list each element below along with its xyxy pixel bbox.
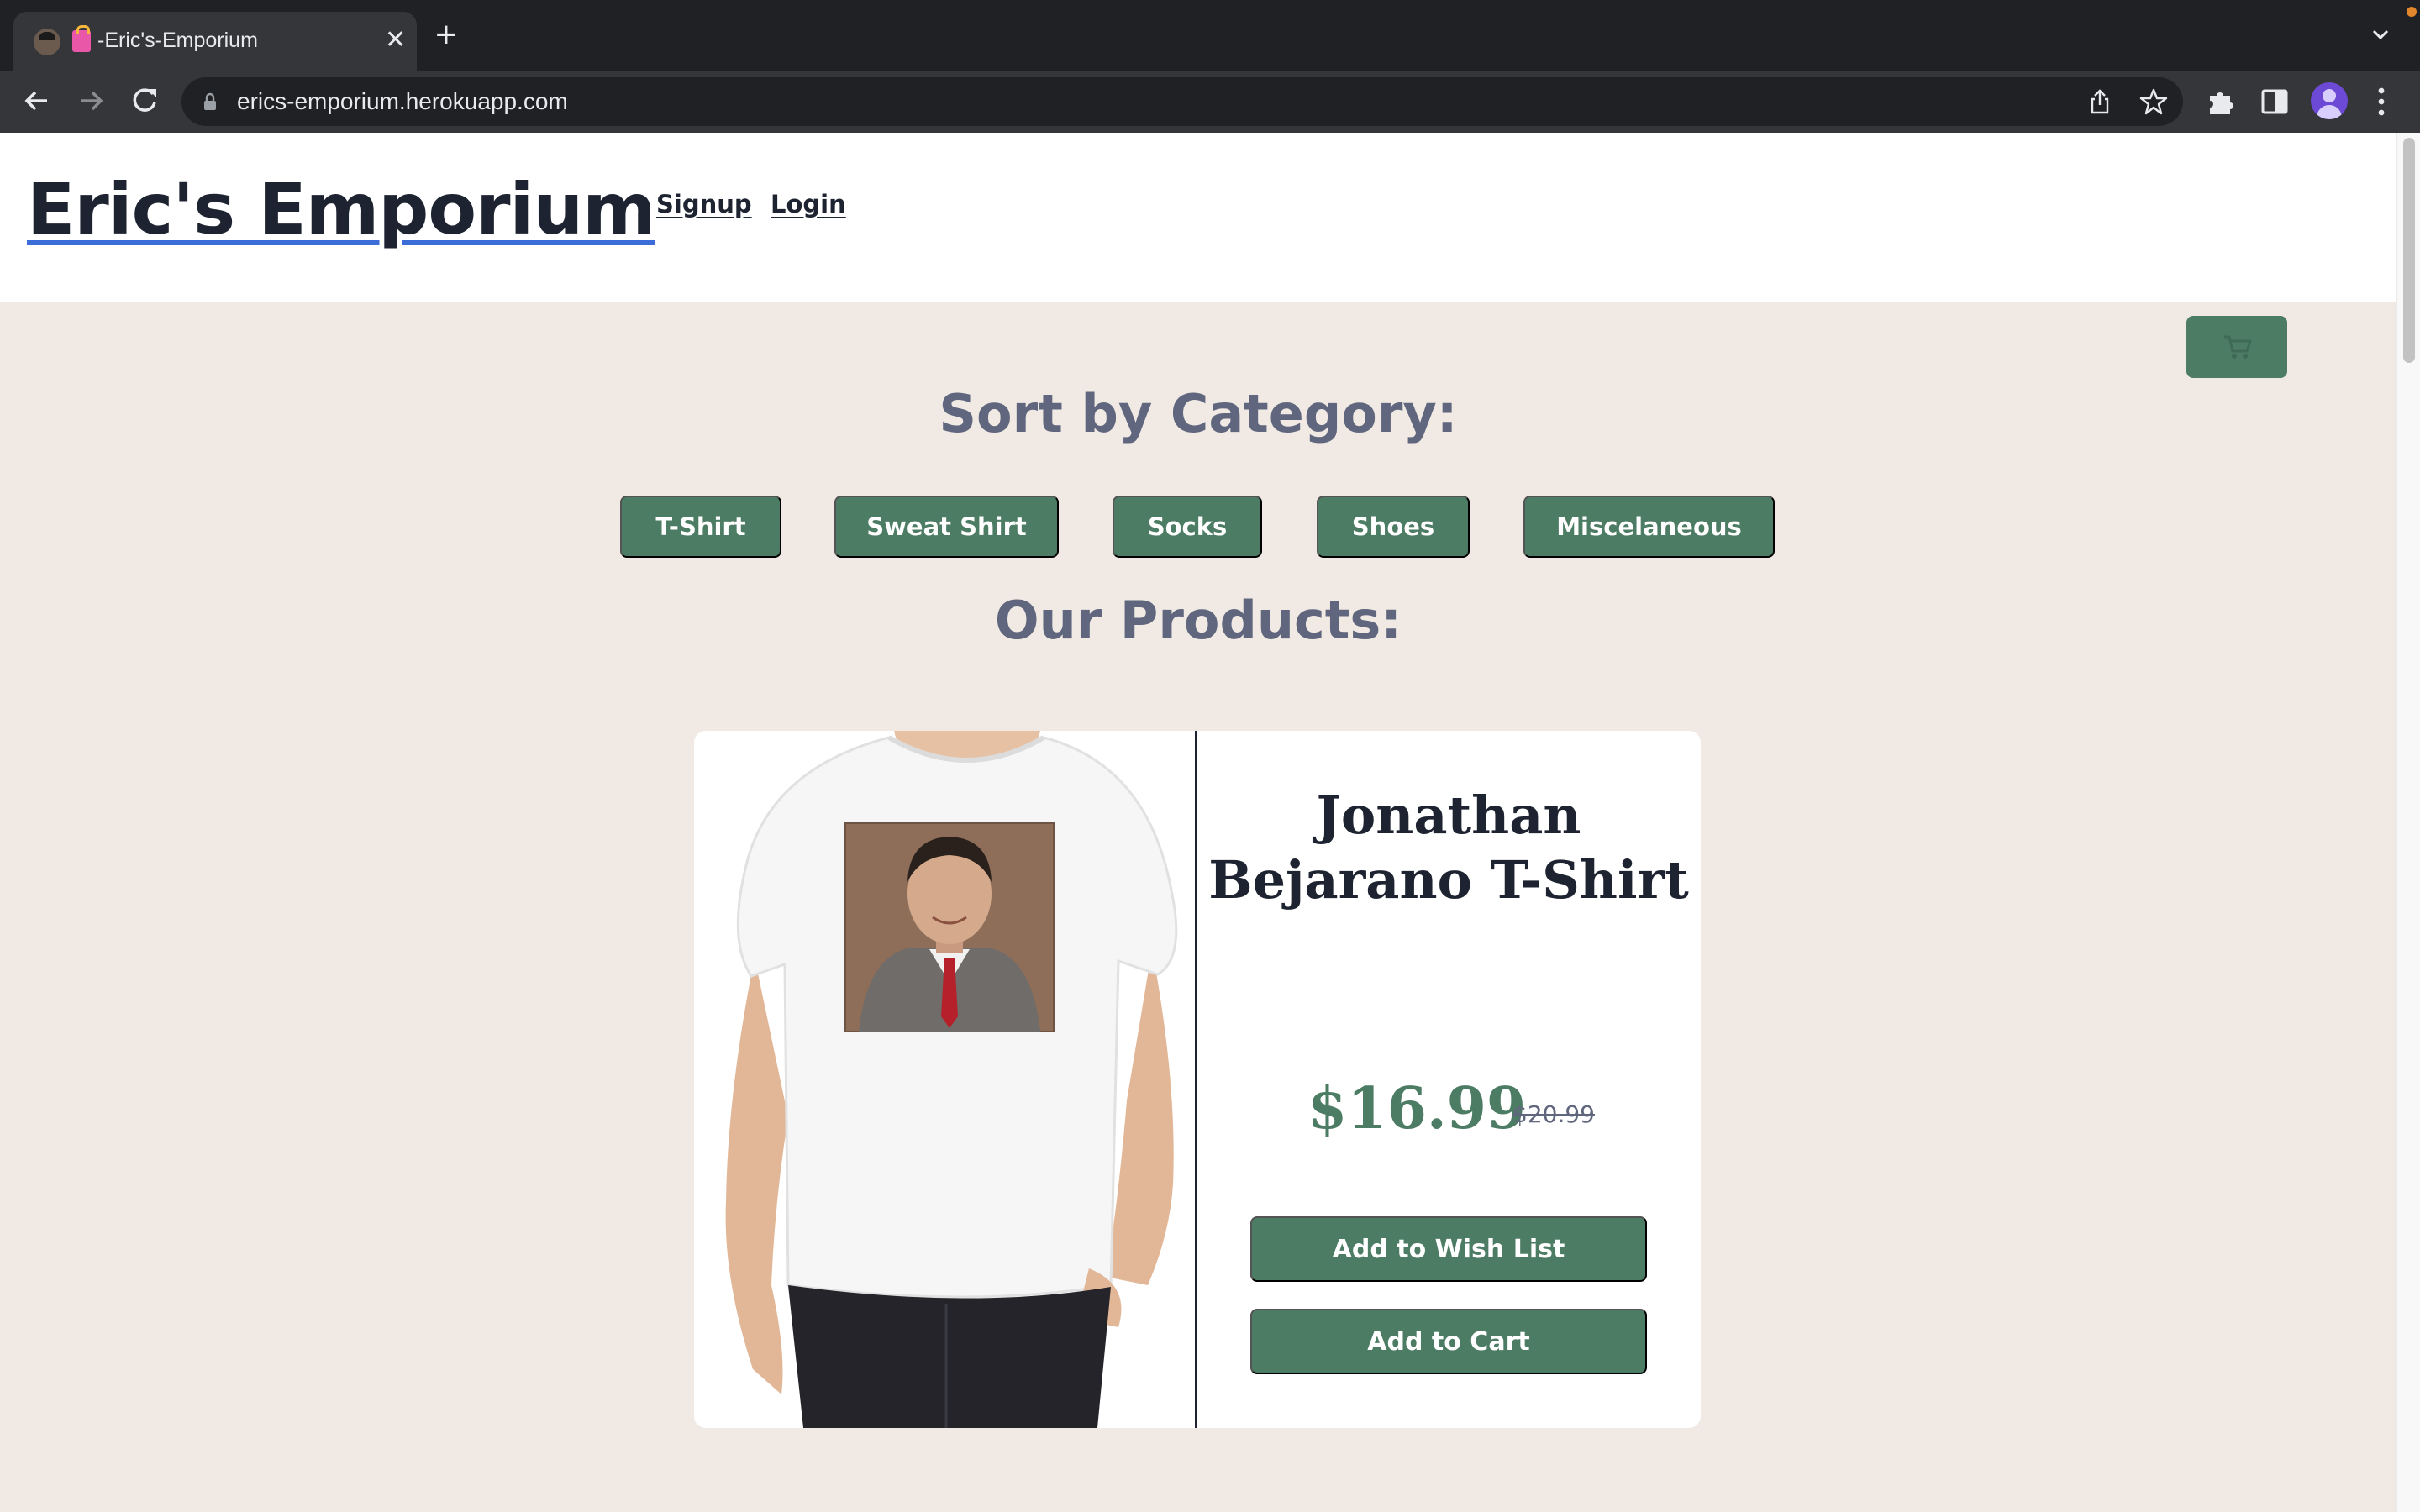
category-shoes-button[interactable]: Shoes (1317, 496, 1470, 558)
address-bar[interactable]: erics-emporium.herokuapp.com (182, 77, 2183, 126)
cart-button[interactable] (2186, 316, 2287, 378)
signup-link[interactable]: Signup (656, 190, 752, 218)
page-viewport: Eric's Emporium Signup Login Sort by Cat… (0, 133, 2396, 1512)
favicon-icon (34, 29, 60, 55)
add-to-cart-button[interactable]: Add to Cart (1250, 1309, 1647, 1374)
tab-list-icon[interactable] (2371, 25, 2390, 44)
scrollbar-thumb[interactable] (2403, 138, 2415, 363)
profile-avatar[interactable] (2311, 82, 2348, 119)
category-heading: Sort by Category: (939, 383, 1458, 444)
category-tshirt-button[interactable]: T-Shirt (620, 496, 781, 558)
browser-tabstrip: ‑Eric's‑Emporium ✕ + (0, 0, 2420, 71)
products-heading: Our Products: (994, 590, 1402, 651)
site-header: Eric's Emporium Signup Login (0, 133, 2396, 302)
forward-icon[interactable] (72, 82, 109, 119)
cart-icon (2224, 335, 2252, 359)
product-original-price: $20.99 (1512, 1100, 1595, 1128)
browser-tab[interactable]: ‑Eric's‑Emporium ✕ (13, 12, 417, 71)
url-text[interactable]: erics-emporium.herokuapp.com (237, 88, 568, 115)
menu-icon[interactable] (2376, 86, 2386, 118)
site-title-link[interactable]: Eric's Emporium (27, 168, 656, 250)
back-icon[interactable] (18, 82, 55, 119)
browser-toolbar: erics-emporium.herokuapp.com (0, 71, 2420, 133)
reload-icon[interactable] (126, 82, 163, 119)
product-price: $16.99 (1307, 1075, 1527, 1142)
category-sweatshirt-button[interactable]: Sweat Shirt (834, 496, 1059, 558)
login-link[interactable]: Login (771, 190, 846, 218)
add-to-wish-list-button[interactable]: Add to Wish List (1250, 1216, 1647, 1282)
category-socks-button[interactable]: Socks (1113, 496, 1262, 558)
notification-dot (2407, 7, 2417, 17)
new-tab-icon[interactable]: + (435, 17, 457, 54)
tab-close-icon[interactable]: ✕ (385, 25, 406, 55)
category-miscelaneous-button[interactable]: Miscelaneous (1523, 496, 1775, 558)
extensions-icon[interactable] (2205, 86, 2237, 118)
shopping-bag-icon (72, 25, 91, 52)
side-panel-icon[interactable] (2259, 86, 2291, 118)
product-name: Jonathan Bejarano T-Shirt (1208, 785, 1689, 911)
lock-icon[interactable] (203, 92, 217, 111)
page-scrollbar[interactable] (2396, 133, 2420, 1512)
star-icon[interactable] (2139, 87, 2168, 116)
share-icon[interactable] (2086, 87, 2114, 116)
tab-title: ‑Eric's‑Emporium (97, 29, 258, 52)
product-card: Jonathan Bejarano T-Shirt $16.99 $20.99 … (694, 731, 1701, 1428)
product-image (694, 731, 1195, 1428)
